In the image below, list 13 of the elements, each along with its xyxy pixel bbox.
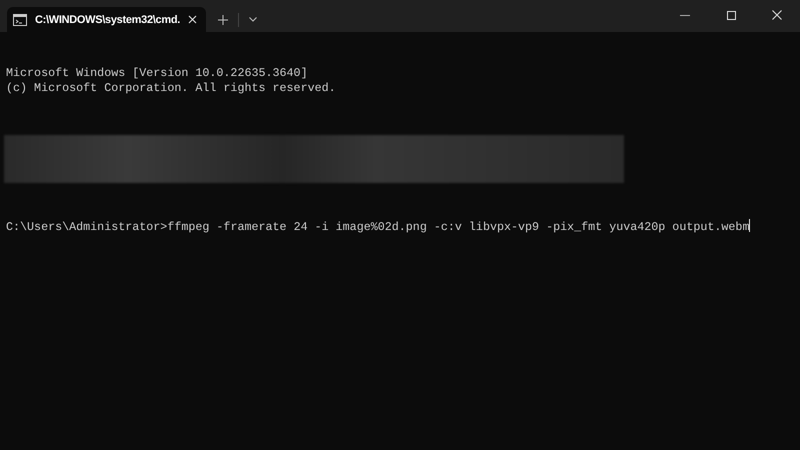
text-cursor — [749, 219, 750, 232]
command-line: C:\Users\Administrator>ffmpeg -framerate 24 -i image%02d.png -c:v libvpx-vp9 -pix_fmt yuva420p output.webm — [6, 220, 750, 234]
chevron-down-icon[interactable] — [249, 17, 258, 22]
plus-icon[interactable] — [218, 14, 228, 24]
minimize-icon[interactable] — [680, 14, 690, 16]
console-line: Microsoft Windows [Version 10.0.22635.3640] — [6, 66, 309, 81]
console-icon — [13, 14, 27, 26]
terminal-tab[interactable]: C:\WINDOWS\system32\cmd. — [7, 7, 206, 32]
console-line: (c) Microsoft Corporation. All rights reserved. — [6, 81, 337, 96]
tab-title: C:\WINDOWS\system32\cmd. — [35, 14, 180, 26]
close-icon[interactable] — [772, 10, 782, 20]
close-icon[interactable] — [188, 15, 198, 24]
maximize-icon[interactable] — [726, 10, 736, 20]
